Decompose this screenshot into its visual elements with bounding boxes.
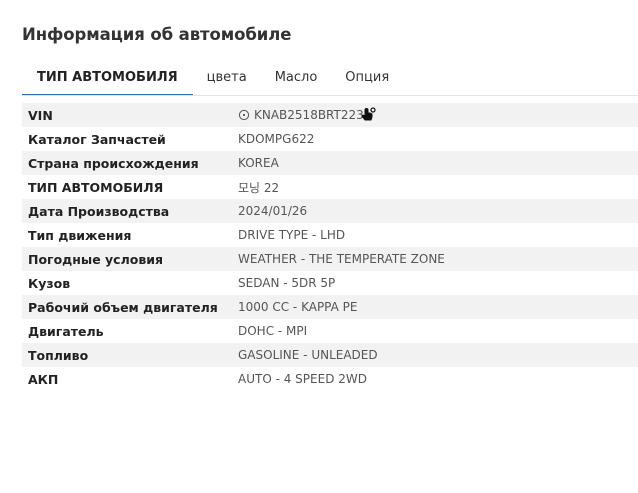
table-row: АКП AUTO - 4 SPEED 2WD bbox=[22, 367, 638, 391]
row-value: 모닝 22 bbox=[238, 180, 280, 195]
row-label: АКП bbox=[28, 371, 59, 387]
row-value: 2024/01/26 bbox=[238, 204, 308, 218]
table-row: Каталог Запчастей KDOMPG622 bbox=[22, 127, 638, 151]
table-row: Топливо GASOLINE - UNLEADED bbox=[22, 343, 638, 367]
table-row: ТИП АВТОМОБИЛЯ 모닝 22 bbox=[22, 175, 638, 199]
row-value: KDOMPG622 bbox=[238, 132, 315, 146]
table-row: Погодные условия WEATHER - THE TEMPERATE… bbox=[22, 247, 638, 271]
tab-bar: ТИП АВТОМОБИЛЯ цвета Масло Опция bbox=[22, 64, 403, 96]
row-label: Двигатель bbox=[28, 323, 104, 339]
row-value: SEDAN - 5DR 5P bbox=[238, 276, 336, 290]
hand-pointer-cursor-icon bbox=[356, 107, 378, 123]
row-label: Кузов bbox=[28, 275, 71, 291]
tab-divider bbox=[22, 95, 638, 96]
row-value-vin: KNAB2518BRT223 bbox=[238, 107, 638, 123]
row-value: GASOLINE - UNLEADED bbox=[238, 348, 378, 362]
table-row: Тип движения DRIVE TYPE - LHD bbox=[22, 223, 638, 247]
row-label: Каталог Запчастей bbox=[28, 131, 166, 147]
row-label: VIN bbox=[28, 107, 53, 123]
row-label: Дата Производства bbox=[28, 203, 170, 219]
table-row: Дата Производства 2024/01/26 bbox=[22, 199, 638, 223]
row-label: Рабочий объем двигателя bbox=[28, 299, 218, 315]
vehicle-info-table: VIN KNAB2518BRT223 Каталог Запчастей KDO… bbox=[22, 103, 638, 391]
page-title: Информация об автомобиле bbox=[22, 25, 292, 44]
row-value: DRIVE TYPE - LHD bbox=[238, 228, 346, 242]
vehicle-info-page: Информация об автомобиле ТИП АВТОМОБИЛЯ … bbox=[0, 0, 638, 493]
table-row: Двигатель DOHC - MPI bbox=[22, 319, 638, 343]
row-label: Тип движения bbox=[28, 227, 132, 243]
table-row-vin: VIN KNAB2518BRT223 bbox=[22, 103, 638, 127]
row-value: DOHC - MPI bbox=[238, 324, 308, 338]
row-value: KOREA bbox=[238, 156, 279, 170]
table-row: Кузов SEDAN - 5DR 5P bbox=[22, 271, 638, 295]
tab-oil[interactable]: Масло bbox=[261, 64, 332, 94]
row-label: Страна происхождения bbox=[28, 155, 199, 171]
row-label: ТИП АВТОМОБИЛЯ bbox=[28, 179, 164, 195]
tab-colors[interactable]: цвета bbox=[193, 64, 261, 94]
row-label: Погодные условия bbox=[28, 251, 164, 267]
table-row: Рабочий объем двигателя 1000 CC - KAPPA … bbox=[22, 295, 638, 319]
tab-vehicle-type[interactable]: ТИП АВТОМОБИЛЯ bbox=[22, 64, 193, 96]
row-label: Топливо bbox=[28, 347, 89, 363]
table-row: Страна происхождения KOREA bbox=[22, 151, 638, 175]
row-value: WEATHER - THE TEMPERATE ZONE bbox=[238, 252, 445, 266]
row-value: 1000 CC - KAPPA PE bbox=[238, 300, 358, 314]
row-value: AUTO - 4 SPEED 2WD bbox=[238, 372, 367, 386]
tab-options[interactable]: Опция bbox=[331, 64, 403, 94]
info-circle-icon[interactable] bbox=[238, 109, 250, 121]
vin-text: KNAB2518BRT223 bbox=[254, 108, 364, 122]
